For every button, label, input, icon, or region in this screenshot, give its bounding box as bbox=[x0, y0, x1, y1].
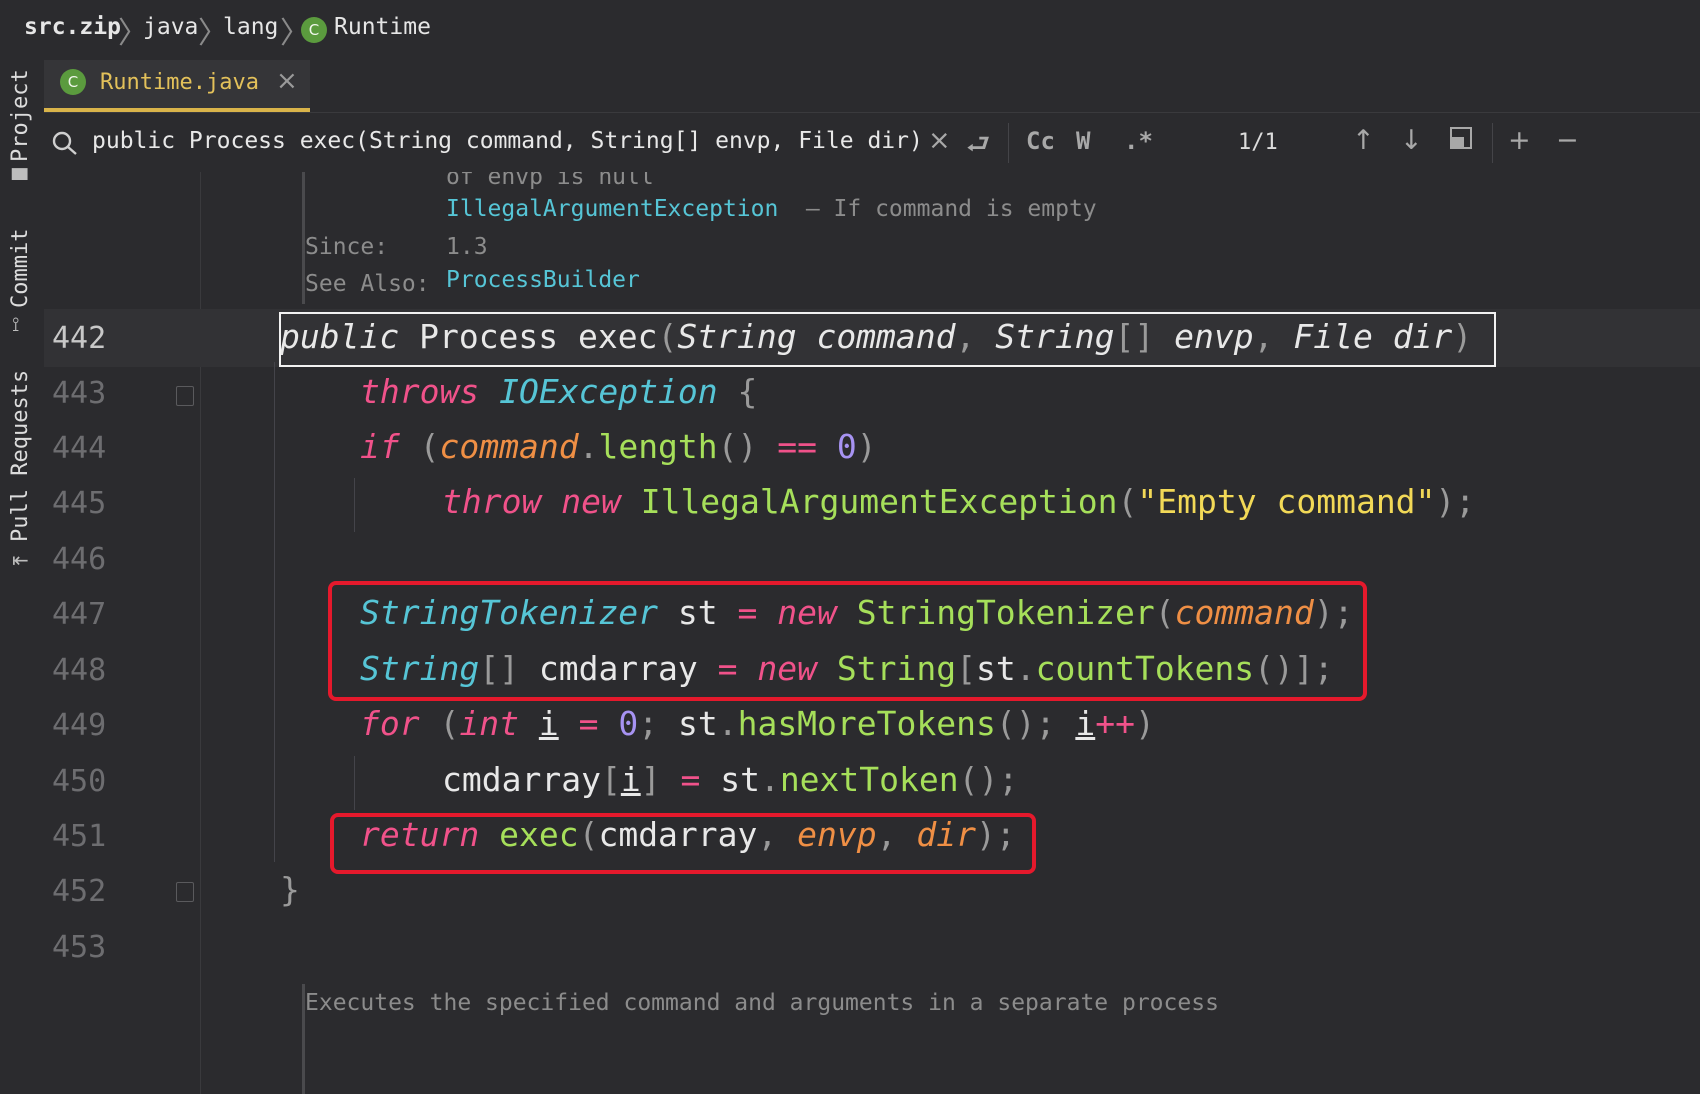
arrow-up-icon[interactable]: ↑ bbox=[1352, 125, 1375, 156]
line-number: 450 bbox=[52, 764, 107, 799]
code-line-450: cmdarray[i] = st.nextToken(); bbox=[442, 760, 1019, 799]
breadcrumb-item-lang[interactable]: lang bbox=[223, 14, 278, 40]
javadoc-text: Executes the specified command and argum… bbox=[305, 990, 1219, 1016]
close-icon[interactable]: × bbox=[276, 66, 298, 96]
red-annotation-box bbox=[328, 581, 1367, 701]
pull-request-icon[interactable]: ⇤ bbox=[12, 548, 29, 572]
breadcrumb: src.zip 〉 java 〉 lang 〉 C Runtime bbox=[0, 0, 1700, 61]
line-number: 448 bbox=[52, 653, 107, 688]
fold-marker[interactable] bbox=[176, 882, 194, 902]
line-number: 443 bbox=[52, 376, 107, 411]
words-button[interactable]: W bbox=[1076, 127, 1090, 155]
new-line-icon[interactable]: ⮐ bbox=[966, 125, 990, 171]
indent-guide bbox=[354, 478, 355, 532]
folder-icon[interactable]: ▀ bbox=[12, 168, 27, 192]
line-number: 449 bbox=[52, 708, 107, 743]
javadoc-since-label: Since: bbox=[305, 234, 389, 260]
search-input[interactable]: public Process exec(String command, Stri… bbox=[92, 128, 923, 154]
javadoc-text: — If command is empty bbox=[792, 196, 1097, 222]
red-annotation-box bbox=[330, 813, 1036, 874]
javadoc-since-value: 1.3 bbox=[446, 234, 488, 260]
commit-icon[interactable]: ⟟ bbox=[12, 312, 19, 336]
editor-tab-bar: C Runtime.java × bbox=[44, 60, 1700, 112]
line-number: 444 bbox=[52, 431, 107, 466]
match-count: 1/1 bbox=[1238, 130, 1278, 155]
indent-guide bbox=[354, 756, 355, 810]
arrow-down-icon[interactable]: ↓ bbox=[1400, 125, 1423, 156]
line-number: 453 bbox=[52, 930, 107, 965]
breadcrumb-item-runtime[interactable]: Runtime bbox=[334, 14, 431, 40]
line-number: 446 bbox=[52, 542, 107, 577]
match-case-button[interactable]: Cc bbox=[1026, 127, 1055, 155]
tool-window-stripe: Project ▀ Commit ⟟ Pull Requests ⇤ bbox=[0, 60, 45, 1094]
pull-requests-tool-tab[interactable]: Pull Requests bbox=[8, 370, 33, 542]
javadoc-link-exception[interactable]: IllegalArgumentException bbox=[446, 196, 778, 222]
find-bar: public Process exec(String command, Stri… bbox=[44, 112, 1700, 174]
class-icon: C bbox=[60, 69, 86, 95]
javadoc-link-processbuilder[interactable]: ProcessBuilder bbox=[446, 267, 640, 293]
class-icon: C bbox=[301, 17, 327, 43]
fold-marker[interactable] bbox=[176, 386, 194, 406]
line-number: 442 bbox=[52, 321, 107, 356]
breadcrumb-item-zip[interactable]: src.zip bbox=[24, 14, 121, 40]
search-icon[interactable] bbox=[50, 129, 82, 157]
code-line-452: } bbox=[280, 870, 300, 909]
commit-tool-tab[interactable]: Commit bbox=[8, 229, 33, 308]
code-line-444: if (command.length() == 0) bbox=[360, 427, 877, 466]
tab-title: Runtime.java bbox=[100, 70, 259, 95]
line-number: 452 bbox=[52, 874, 107, 909]
code-line-449: for (int i = 0; st.hasMoreTokens(); i++) bbox=[360, 704, 1155, 743]
add-cursor-icon[interactable]: + bbox=[1508, 125, 1531, 156]
toolbar-divider bbox=[1008, 123, 1009, 163]
line-number: 445 bbox=[52, 486, 107, 521]
toolbar-divider bbox=[1492, 123, 1493, 163]
project-tool-tab[interactable]: Project bbox=[8, 69, 33, 162]
code-line-443: throws IOException { bbox=[360, 372, 758, 411]
javadoc-see-also-label: See Also: bbox=[305, 271, 430, 297]
regex-button[interactable]: .* bbox=[1124, 127, 1153, 155]
remove-cursor-icon[interactable]: − bbox=[1556, 125, 1579, 156]
code-line-445: throw new IllegalArgumentException("Empt… bbox=[442, 482, 1476, 521]
line-number: 447 bbox=[52, 597, 107, 632]
search-match-highlight bbox=[279, 312, 1496, 367]
select-all-occurrences-icon[interactable] bbox=[1450, 127, 1472, 149]
line-number: 451 bbox=[52, 819, 107, 854]
clear-search-icon[interactable]: × bbox=[928, 125, 951, 156]
javadoc-text: of envp is null bbox=[446, 172, 654, 190]
breadcrumb-item-java[interactable]: java bbox=[143, 14, 198, 40]
tab-runtime-java[interactable]: C Runtime.java × bbox=[44, 60, 310, 112]
code-editor[interactable]: of envp is null IllegalArgumentException… bbox=[44, 172, 1700, 1094]
indent-guide bbox=[274, 362, 275, 862]
